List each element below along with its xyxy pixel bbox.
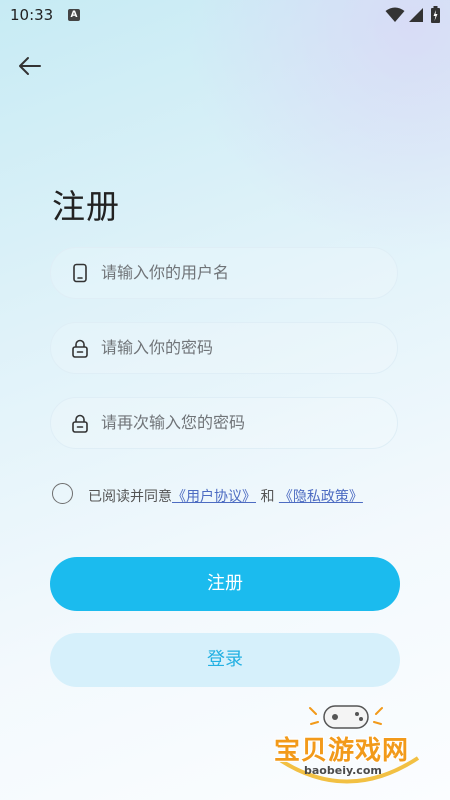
agreement-row: 已阅读并同意《用户协议》 和 《隐私政策》	[52, 482, 432, 508]
wifi-icon	[385, 7, 405, 22]
watermark-url: baobeiy.com	[304, 764, 382, 777]
phone-icon	[73, 263, 87, 283]
notification-icon: A	[68, 9, 80, 21]
username-field	[50, 247, 398, 299]
status-bar: 10:33 A	[0, 0, 450, 30]
confirm-password-input[interactable]	[101, 398, 381, 447]
watermark-logo: 宝贝游戏网 baobeiy.com	[268, 700, 428, 792]
agreement-text: 已阅读并同意《用户协议》 和 《隐私政策》	[88, 486, 363, 506]
agreement-checkbox[interactable]	[52, 483, 73, 504]
username-input[interactable]	[101, 248, 381, 297]
background-tint	[190, 0, 450, 260]
user-agreement-link[interactable]: 《用户协议》	[172, 489, 256, 505]
agreement-prefix: 已阅读并同意	[88, 489, 172, 505]
signal-icon	[409, 8, 423, 22]
login-button[interactable]: 登录	[50, 633, 400, 687]
register-button[interactable]: 注册	[50, 557, 400, 611]
password-field	[50, 322, 398, 374]
watermark-text: 宝贝游戏网	[274, 736, 410, 766]
privacy-policy-link[interactable]: 《隐私政策》	[279, 489, 363, 505]
battery-icon	[431, 6, 440, 23]
lock-icon	[72, 339, 88, 358]
back-arrow-icon[interactable]	[16, 52, 44, 80]
status-time: 10:33	[10, 6, 54, 24]
agreement-conjunction: 和	[260, 489, 275, 505]
confirm-password-field	[50, 397, 398, 449]
page-title: 注册	[52, 187, 120, 226]
password-input[interactable]	[101, 323, 381, 372]
lock-icon	[72, 414, 88, 433]
